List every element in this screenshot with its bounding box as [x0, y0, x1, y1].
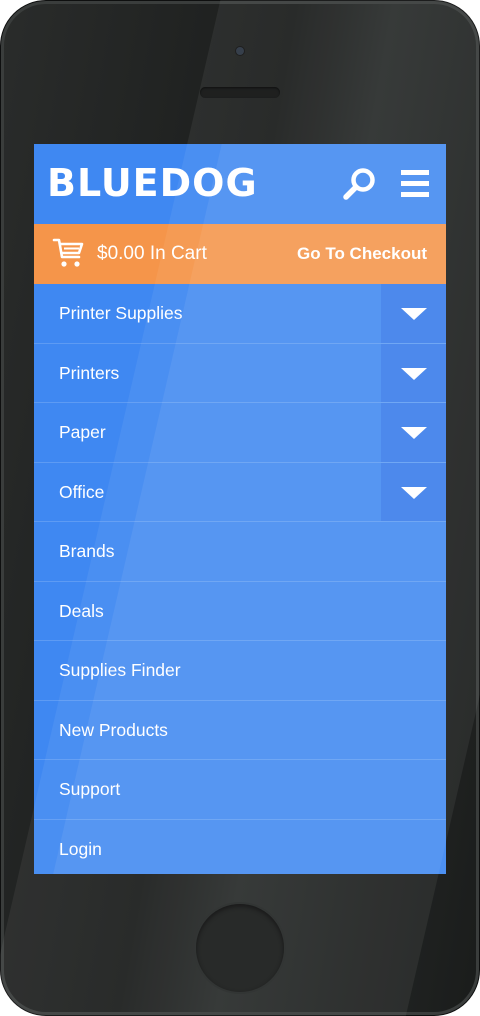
nav-item-label: Brands	[59, 541, 115, 561]
camera-icon	[236, 47, 244, 55]
expand-button[interactable]	[381, 284, 446, 343]
nav-item-label: Office	[59, 481, 105, 502]
expand-button[interactable]	[381, 462, 446, 521]
nav-item-paper[interactable]: Paper	[34, 403, 446, 463]
nav-item-label: Login	[59, 838, 102, 859]
search-button[interactable]	[342, 166, 378, 202]
hamburger-menu-icon	[401, 170, 429, 197]
speaker-grille	[200, 87, 280, 98]
chevron-down-icon	[401, 308, 427, 320]
nav-item-label: Support	[59, 779, 121, 799]
expand-button[interactable]	[381, 343, 446, 402]
chevron-down-icon	[401, 427, 427, 439]
cart-bar: $0.00 In Cart Go To Checkout	[34, 224, 446, 284]
nav-item-printers[interactable]: Printers	[34, 343, 446, 403]
nav-item-label: Deals	[59, 600, 104, 621]
nav-item-label: Paper	[59, 422, 106, 442]
nav-item-support[interactable]: Support	[34, 760, 446, 820]
search-icon	[343, 168, 375, 200]
nav-item-brands[interactable]: Brands	[34, 522, 446, 582]
expand-button[interactable]	[381, 403, 446, 462]
nav-item-label: Printers	[59, 362, 120, 383]
shopping-cart-icon[interactable]	[52, 237, 84, 269]
app-header: BLUEDOG	[34, 144, 446, 224]
hamburger-menu-button[interactable]	[398, 166, 434, 202]
home-button[interactable]	[196, 904, 284, 992]
nav-item-label: New Products	[59, 719, 168, 740]
nav-item-supplies-finder[interactable]: Supplies Finder	[34, 641, 446, 701]
chevron-down-icon	[401, 486, 427, 499]
nav-item-login[interactable]: Login	[34, 820, 446, 875]
checkout-link[interactable]: Go To Checkout	[297, 224, 427, 284]
nav-item-deals[interactable]: Deals	[34, 582, 446, 641]
cart-summary[interactable]: $0.00 In Cart	[97, 224, 207, 284]
nav-item-label: Supplies Finder	[59, 660, 181, 680]
nav-item-office[interactable]: Office	[34, 462, 446, 522]
nav-menu: Printer Supplies Printers Paper Office B…	[34, 284, 446, 874]
nav-item-new-products[interactable]: New Products	[34, 701, 446, 760]
chevron-down-icon	[401, 367, 427, 380]
nav-item-label: Printer Supplies	[59, 303, 183, 323]
app-screen: BLUEDOG $0.00 In Cart Go To Checkout Pri…	[34, 144, 446, 874]
brand-logo[interactable]: BLUEDOG	[47, 158, 258, 208]
nav-item-printer-supplies[interactable]: Printer Supplies	[34, 284, 446, 344]
